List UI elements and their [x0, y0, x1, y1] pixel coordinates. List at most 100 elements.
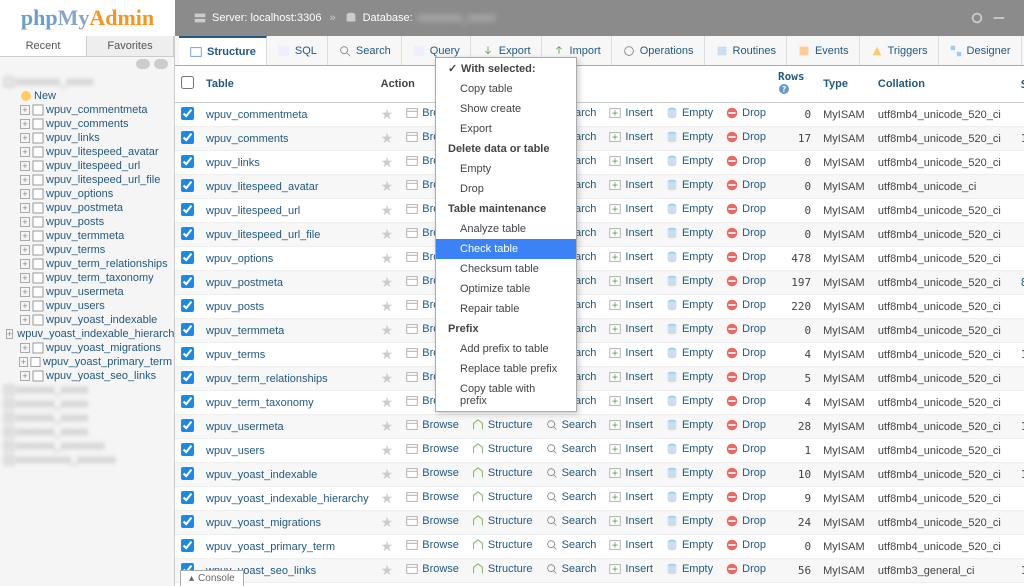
structure-action[interactable]: Structure	[471, 562, 533, 576]
tree-table[interactable]: + wpuv_posts	[2, 215, 172, 229]
empty-action[interactable]: Empty	[665, 418, 713, 432]
insert-action[interactable]: Insert	[608, 106, 653, 120]
structure-action[interactable]: Structure	[471, 418, 533, 432]
tab-sql[interactable]: SQL	[267, 36, 328, 65]
table-name-link[interactable]: wpuv_comments	[206, 133, 289, 145]
tab-designer[interactable]: Designer	[939, 36, 1022, 65]
structure-action[interactable]: Structure	[471, 514, 533, 528]
table-name-link[interactable]: wpuv_posts	[206, 301, 264, 313]
drop-action[interactable]: Drop	[725, 418, 766, 432]
tree-table[interactable]: + wpuv_yoast_primary_term	[2, 355, 172, 369]
browse-action[interactable]: Browse	[405, 514, 459, 528]
tree-table[interactable]: + wpuv_yoast_indexable_hierarchy	[2, 327, 172, 341]
logo[interactable]: phpMyAdmin	[0, 0, 175, 36]
drop-action[interactable]: Drop	[725, 274, 766, 288]
insert-action[interactable]: Insert	[608, 562, 653, 576]
tree-table[interactable]: + wpuv_yoast_indexable	[2, 313, 172, 327]
structure-action[interactable]: Structure	[471, 490, 533, 504]
tree-table[interactable]: + wpuv_options	[2, 187, 172, 201]
search-action[interactable]: Search	[545, 490, 597, 504]
row-checkbox[interactable]	[181, 179, 194, 192]
search-action[interactable]: Search	[545, 442, 597, 456]
browse-action[interactable]: Browse	[405, 490, 459, 504]
empty-action[interactable]: Empty	[665, 562, 713, 576]
row-checkbox[interactable]	[181, 251, 194, 264]
drop-action[interactable]: Drop	[725, 322, 766, 336]
drop-action[interactable]: Drop	[725, 466, 766, 480]
drop-action[interactable]: Drop	[725, 298, 766, 312]
insert-action[interactable]: Insert	[608, 250, 653, 264]
ctx-copy-table[interactable]: Copy table	[436, 79, 576, 99]
favorite-star-icon[interactable]: ★	[381, 562, 394, 578]
favorite-star-icon[interactable]: ★	[381, 202, 394, 218]
col-size[interactable]: Size	[1015, 66, 1024, 103]
drop-action[interactable]: Drop	[725, 394, 766, 408]
sidebar-tab-recent[interactable]: Recent	[0, 36, 87, 56]
tab-routines[interactable]: Routines	[705, 36, 787, 65]
help-icon[interactable]: ?	[778, 83, 790, 95]
collapse-icon[interactable]	[992, 11, 1006, 25]
table-name-link[interactable]: wpuv_options	[206, 253, 273, 265]
favorite-star-icon[interactable]: ★	[381, 418, 394, 434]
favorite-star-icon[interactable]: ★	[381, 298, 394, 314]
favorite-star-icon[interactable]: ★	[381, 514, 394, 530]
tree-table[interactable]: + wpuv_comments	[2, 117, 172, 131]
tree-new[interactable]: New	[2, 89, 172, 103]
table-name-link[interactable]: wpuv_postmeta	[206, 277, 283, 289]
drop-action[interactable]: Drop	[725, 226, 766, 240]
row-checkbox[interactable]	[181, 203, 194, 216]
insert-action[interactable]: Insert	[608, 274, 653, 288]
table-name-link[interactable]: wpuv_commentmeta	[206, 109, 308, 121]
table-name-link[interactable]: wpuv_yoast_migrations	[206, 517, 321, 529]
row-checkbox[interactable]	[181, 323, 194, 336]
empty-action[interactable]: Empty	[665, 250, 713, 264]
drop-action[interactable]: Drop	[725, 202, 766, 216]
insert-action[interactable]: Insert	[608, 514, 653, 528]
search-action[interactable]: Search	[545, 418, 597, 432]
drop-action[interactable]: Drop	[725, 130, 766, 144]
ctx-checksum-table[interactable]: Checksum table	[436, 259, 576, 279]
favorite-star-icon[interactable]: ★	[381, 538, 394, 554]
col-rows[interactable]: Rows ?	[772, 66, 817, 103]
drop-action[interactable]: Drop	[725, 514, 766, 528]
insert-action[interactable]: Insert	[608, 466, 653, 480]
table-name-link[interactable]: wpuv_termmeta	[206, 325, 284, 337]
favorite-star-icon[interactable]: ★	[381, 394, 394, 410]
tree-table[interactable]: + wpuv_links	[2, 131, 172, 145]
insert-action[interactable]: Insert	[608, 490, 653, 504]
row-checkbox[interactable]	[181, 419, 194, 432]
empty-action[interactable]: Empty	[665, 202, 713, 216]
row-checkbox[interactable]	[181, 299, 194, 312]
favorite-star-icon[interactable]: ★	[381, 178, 394, 194]
drop-action[interactable]: Drop	[725, 370, 766, 384]
row-checkbox[interactable]	[181, 227, 194, 240]
tab-search[interactable]: Search	[328, 36, 402, 65]
tree-table[interactable]: + wpuv_term_taxonomy	[2, 271, 172, 285]
empty-action[interactable]: Empty	[665, 226, 713, 240]
browse-action[interactable]: Browse	[405, 466, 459, 480]
empty-action[interactable]: Empty	[665, 466, 713, 480]
table-name-link[interactable]: wpuv_litespeed_avatar	[206, 181, 319, 193]
table-name-link[interactable]: wpuv_yoast_indexable	[206, 469, 317, 481]
insert-action[interactable]: Insert	[608, 226, 653, 240]
tree-table[interactable]: + wpuv_litespeed_avatar	[2, 145, 172, 159]
insert-action[interactable]: Insert	[608, 418, 653, 432]
search-action[interactable]: Search	[545, 562, 597, 576]
empty-action[interactable]: Empty	[665, 154, 713, 168]
collapse-toggle-icon[interactable]	[136, 59, 150, 69]
table-name-link[interactable]: wpuv_yoast_indexable_hierarchy	[206, 493, 369, 505]
col-collation[interactable]: Collation	[872, 66, 1015, 103]
table-name-link[interactable]: wpuv_litespeed_url_file	[206, 229, 320, 241]
empty-action[interactable]: Empty	[665, 178, 713, 192]
empty-action[interactable]: Empty	[665, 442, 713, 456]
tree-table[interactable]: + wpuv_users	[2, 299, 172, 313]
tab-operations[interactable]: Operations	[612, 36, 705, 65]
breadcrumb-server[interactable]: Server: localhost:3306	[185, 11, 329, 25]
ctx-add-prefix-to-table[interactable]: Add prefix to table	[436, 339, 576, 359]
favorite-star-icon[interactable]: ★	[381, 274, 394, 290]
tree-table[interactable]: + wpuv_litespeed_url	[2, 159, 172, 173]
ctx-analyze-table[interactable]: Analyze table	[436, 219, 576, 239]
structure-action[interactable]: Structure	[471, 538, 533, 552]
empty-action[interactable]: Empty	[665, 274, 713, 288]
favorite-star-icon[interactable]: ★	[381, 490, 394, 506]
